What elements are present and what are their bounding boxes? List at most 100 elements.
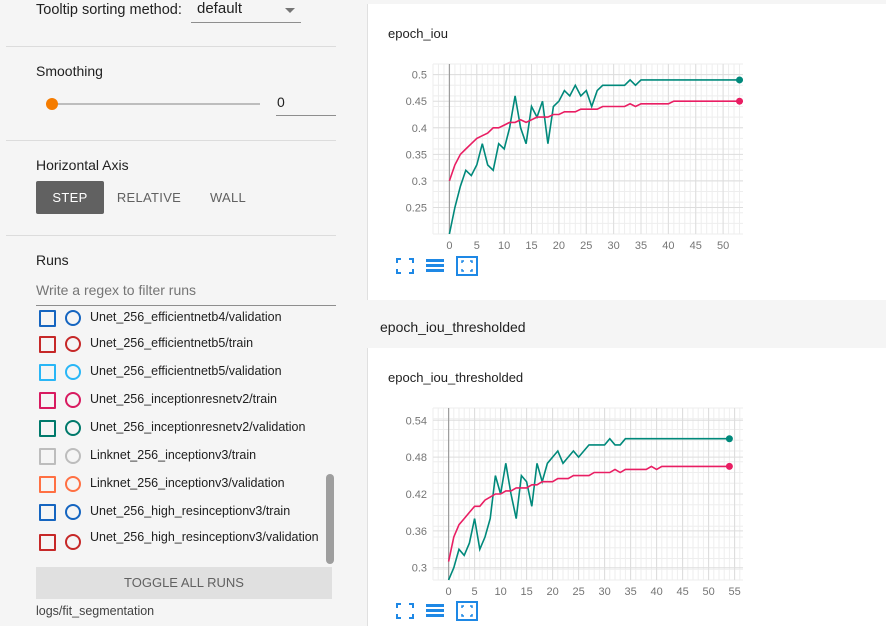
fullscreen-icon[interactable] [395,602,415,620]
run-radio[interactable] [65,310,81,326]
y-tick-label: 0.48 [406,452,427,464]
run-item[interactable]: Unet_256_efficientnetb4/validation [36,308,328,332]
y-tick-label: 0.3 [412,176,427,188]
tooltip-sort-section: Tooltip sorting method: default [6,0,336,47]
x-tick-label: 0 [446,240,452,252]
horizontal-axis-label: Horizontal Axis [36,157,129,173]
run-name: Unet_256_efficientnetb4/validation [90,310,282,324]
chart-card-epoch-iou-thresholded: epoch_iou_thresholded 0.3 0.36 0.42 0.48 0.5… [367,348,886,626]
toggle-log-scale-icon[interactable] [425,602,445,620]
chart-title: epoch_iou_thresholded [388,370,524,385]
run-checkbox[interactable] [39,448,56,465]
x-tick-label: 0 [446,586,452,598]
x-tick-label: 30 [608,240,620,252]
smoothing-slider-track[interactable] [52,103,260,105]
y-tick-label: 0.25 [406,202,427,214]
logs-directory: logs/fit_segmentation [36,604,155,618]
x-tick-label: 30 [598,586,610,598]
fullscreen-icon[interactable] [395,257,415,275]
x-tick-label: 10 [498,240,510,252]
smoothing-slider-thumb[interactable] [46,98,58,110]
axis-wall-button[interactable]: WALL [198,181,258,214]
runs-scrollbar[interactable] [326,474,334,564]
x-tick-label: 40 [650,586,662,598]
run-radio[interactable] [65,420,81,436]
run-name: Linknet_256_inceptionv3/validation [90,476,285,490]
axis-step-button[interactable]: STEP [36,181,104,214]
x-tick-label: 45 [676,586,688,598]
run-name: Unet_256_inceptionresnetv2/validation [90,420,306,434]
x-tick-label: 35 [635,240,647,252]
run-checkbox[interactable] [39,310,56,327]
y-tick-label: 0.35 [406,149,427,161]
x-tick-label: 50 [717,240,729,252]
smoothing-input[interactable]: 0 [276,94,336,116]
run-checkbox[interactable] [39,336,56,353]
toggle-all-runs-button[interactable]: TOGGLE ALL RUNS [36,567,332,599]
y-tick-label: 0.54 [406,415,427,427]
run-checkbox[interactable] [39,504,56,521]
run-name: Unet_256_high_resinceptionv3/validation [90,530,319,544]
run-item[interactable]: Linknet_256_inceptionv3/train [36,442,328,470]
toggle-log-scale-icon[interactable] [425,257,445,275]
smoothing-label: Smoothing [36,63,103,79]
y-tick-label: 0.4 [412,123,427,135]
fit-domain-icon[interactable] [456,601,478,621]
run-name: Unet_256_efficientnetb5/train [90,336,254,350]
run-radio[interactable] [65,448,81,464]
x-tick-label: 5 [474,240,480,252]
chart-title: epoch_iou [388,26,448,41]
y-tick-label: 0.45 [406,96,427,108]
x-tick-label: 20 [546,586,558,598]
runs-label: Runs [36,252,69,268]
tooltip-sort-select[interactable]: default [191,0,301,23]
axis-relative-button[interactable]: RELATIVE [110,181,188,214]
run-item[interactable]: Unet_256_high_resinceptionv3/train [36,498,328,526]
run-item[interactable]: Unet_256_inceptionresnetv2/train [36,386,328,414]
run-radio[interactable] [65,476,81,492]
run-checkbox[interactable] [39,476,56,493]
sidebar: Tooltip sorting method: default Smoothin… [6,0,336,626]
series-endpoint [736,97,743,105]
x-tick-label: 25 [580,240,592,252]
series-endpoint [725,435,733,443]
run-checkbox[interactable] [39,534,56,551]
y-tick-label: 0.36 [406,526,427,538]
chart-card-epoch-iou: epoch_iou 0.25 0.3 0.35 0.4 0.45 0.5 0 5 10 15 20 2… [367,4,886,300]
run-checkbox[interactable] [39,364,56,381]
x-tick-label: 15 [525,240,537,252]
x-tick-label: 50 [702,586,714,598]
runs-list: Unet_256_efficientnetb4/validation Unet_2… [36,308,328,566]
chart-epoch-iou-thresholded: 0.3 0.36 0.42 0.48 0.54 0 5 10 15 20 25 30 35 40 45 50 5… [406,407,743,598]
tooltip-sort-label: Tooltip sorting method: [36,2,182,18]
run-radio[interactable] [65,392,81,408]
run-name: Unet_256_high_resinceptionv3/train [90,504,291,518]
x-tick-label: 35 [624,586,636,598]
run-item[interactable]: Unet_256_efficientnetb5/train [36,330,328,358]
run-radio[interactable] [65,534,81,550]
y-tick-label: 0.42 [406,489,427,501]
run-item[interactable]: Linknet_256_inceptionv3/validation [36,470,328,498]
run-item[interactable]: Unet_256_high_resinceptionv3/validation [36,528,328,556]
run-item[interactable]: Unet_256_inceptionresnetv2/validation [36,414,328,442]
series-endpoint [725,462,733,470]
run-filter-input[interactable]: Write a regex to filter runs [36,282,336,306]
run-radio[interactable] [65,504,81,520]
y-tick-label: 0.3 [412,563,427,575]
run-name: Unet_256_efficientnetb5/validation [90,364,282,378]
run-checkbox[interactable] [39,420,56,437]
run-radio[interactable] [65,336,81,352]
run-item[interactable]: Unet_256_efficientnetb5/validation [36,358,328,386]
run-name: Linknet_256_inceptionv3/train [90,448,257,462]
y-tick-label: 0.5 [412,70,427,82]
chevron-down-icon [285,8,295,13]
fit-domain-icon[interactable] [456,256,478,276]
x-tick-label: 40 [662,240,674,252]
run-radio[interactable] [65,364,81,380]
x-tick-label: 5 [472,586,478,598]
run-checkbox[interactable] [39,392,56,409]
group-title[interactable]: epoch_iou_thresholded [380,319,526,335]
x-tick-label: 15 [520,586,532,598]
x-tick-label: 25 [572,586,584,598]
x-tick-label: 10 [494,586,506,598]
